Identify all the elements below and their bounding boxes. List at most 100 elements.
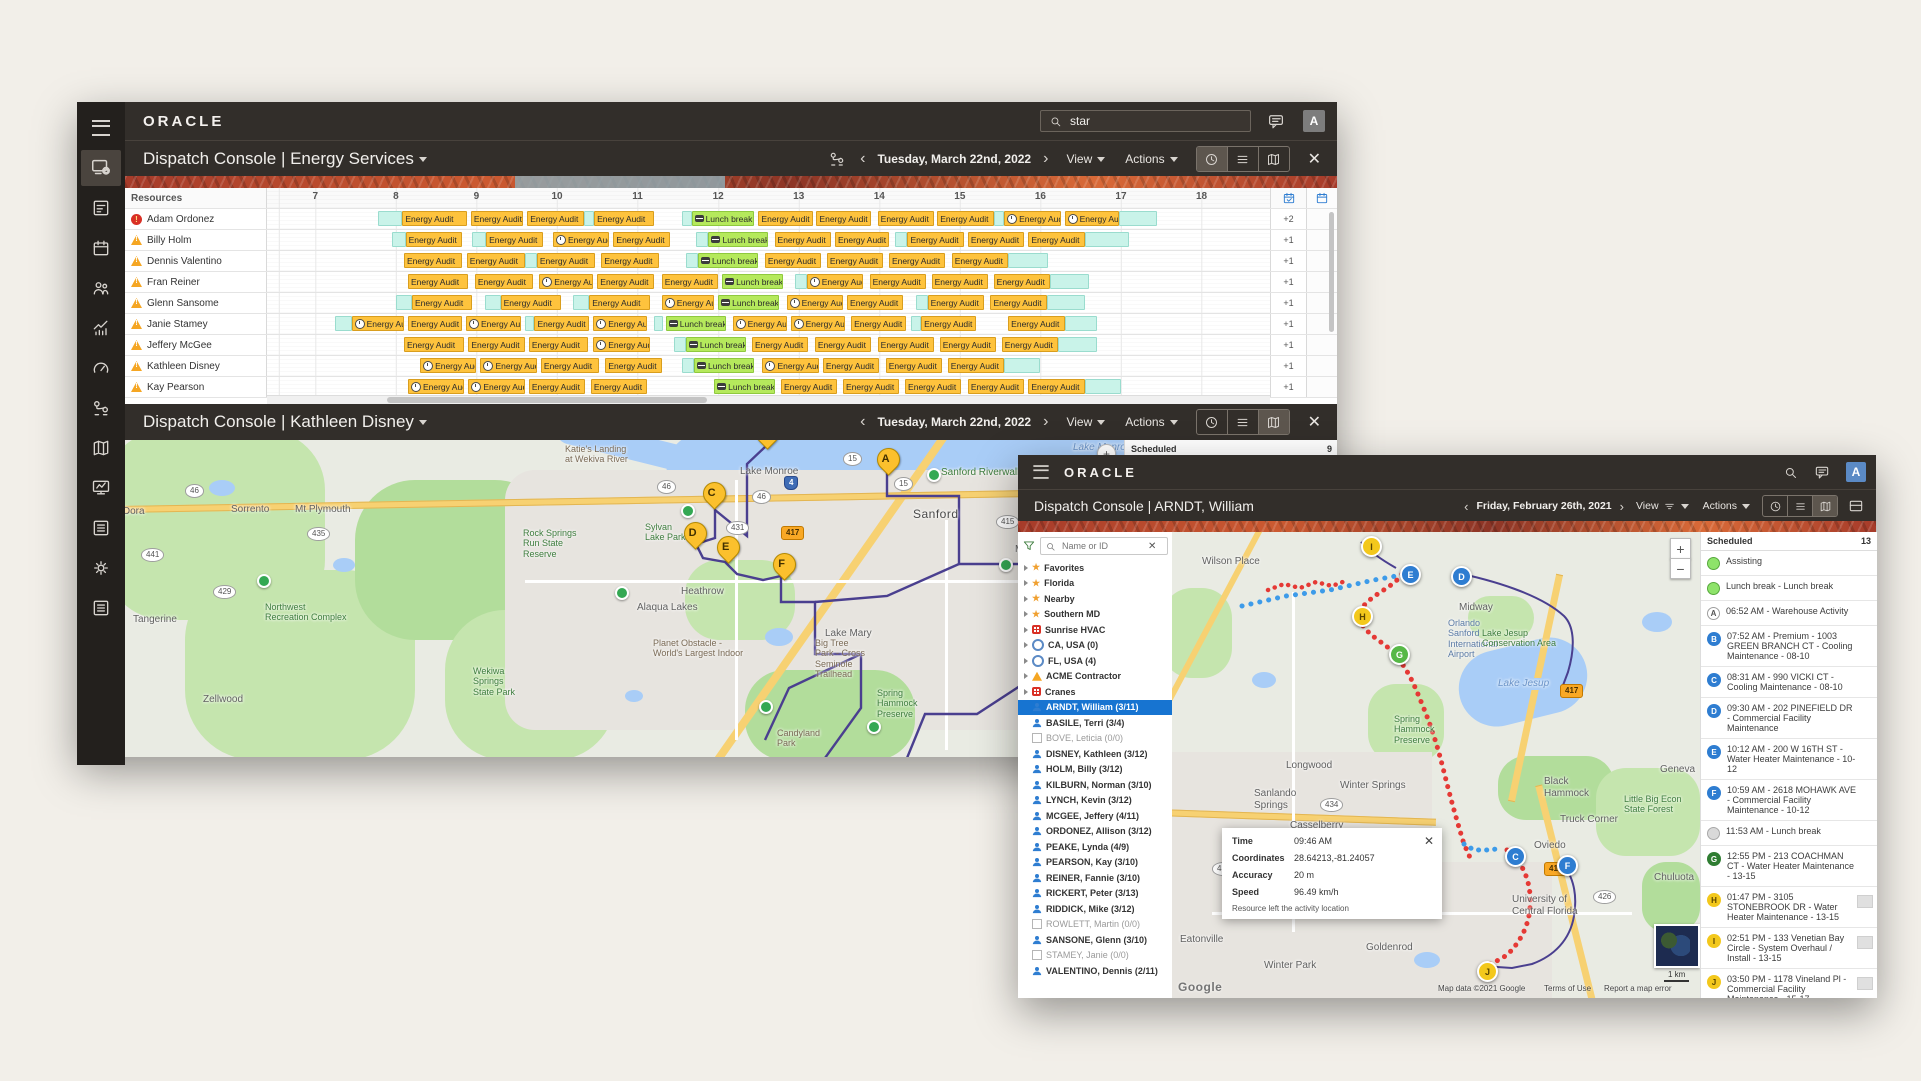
activity-marker[interactable]: F (1557, 855, 1578, 876)
scheduled-activity-item[interactable]: B 07:52 AM - Premium - 1003 GREEN BRANCH… (1701, 626, 1877, 667)
activity-block[interactable]: Energy Audit (591, 379, 647, 394)
activity-block[interactable]: Energy Audit (781, 379, 837, 394)
expand-caret-icon[interactable] (1024, 658, 1028, 664)
green-status-dot[interactable] (867, 720, 881, 734)
scheduled-activity-item[interactable]: F 10:59 AM - 2618 MOHAWK AVE - Commercia… (1701, 780, 1877, 821)
global-search[interactable] (1040, 110, 1251, 132)
prev-day-button-3[interactable]: ‹ (1464, 500, 1468, 513)
scheduled-activity-item[interactable]: A 06:52 AM - Warehouse Activity (1701, 601, 1877, 626)
scheduled-activity-item[interactable]: G 12:55 PM - 213 COACHMAN CT - Water Hea… (1701, 846, 1877, 887)
overflow-count-cell[interactable]: +1 (1270, 377, 1306, 397)
prev-day-button[interactable]: ‹ (860, 151, 865, 167)
tree-resource-row[interactable]: SANSONE, Glenn (3/10) (1018, 932, 1172, 948)
resource-name-cell[interactable]: Kay Pearson (125, 377, 267, 397)
tree-resource-row[interactable]: RICKERT, Peter (3/13) (1018, 886, 1172, 902)
activity-block[interactable]: Energy Audit (404, 253, 462, 268)
activity-block[interactable]: Energy Audit (823, 358, 879, 373)
overflow-count-cell[interactable]: +1 (1270, 251, 1306, 271)
green-status-dot[interactable] (759, 700, 773, 714)
overview-minimap[interactable] (1654, 924, 1700, 968)
page-title-3[interactable]: Dispatch Console | ARNDT, William (1034, 498, 1254, 514)
activity-block[interactable]: Energy Audit (843, 379, 899, 394)
tree-group-row[interactable]: Sunrise HVAC (1018, 622, 1172, 638)
activity-block[interactable]: Energy Audit (1002, 337, 1058, 352)
tree-resource-row[interactable]: PEARSON, Kay (3/10) (1018, 855, 1172, 871)
view-button[interactable]: View (1066, 152, 1092, 166)
activity-block[interactable]: Energy Audit (827, 253, 883, 268)
avatar[interactable]: A (1303, 110, 1325, 132)
activity-block[interactable]: Energy Audit (466, 316, 521, 331)
activity-block[interactable]: Energy Audit (593, 316, 647, 331)
tree-resource-row[interactable]: KILBURN, Norman (3/10) (1018, 777, 1172, 793)
activity-block[interactable]: Energy Audit (537, 253, 595, 268)
activity-block[interactable]: Energy Audit (529, 337, 588, 352)
activity-block[interactable]: Energy Audit (921, 316, 976, 331)
tree-group-row[interactable]: ★ Favorites (1018, 560, 1172, 576)
activity-block[interactable]: Energy Audit (937, 211, 993, 226)
overflow-count-cell[interactable]: +1 (1270, 272, 1306, 292)
overflow-count-cell[interactable]: +2 (1270, 209, 1306, 229)
scheduled-activity-item[interactable]: I 02:51 PM - 133 Venetian Bay Circle - S… (1701, 928, 1877, 969)
next-day-button-3[interactable]: › (1620, 500, 1624, 513)
resource-name-cell[interactable]: Dennis Valentino (125, 251, 267, 271)
activity-block[interactable]: Energy Audit (994, 274, 1050, 289)
tree-group-row[interactable]: FL, USA (4) (1018, 653, 1172, 669)
report-error-link[interactable]: Report a map error (1604, 984, 1672, 993)
resource-name-cell[interactable]: Jeffery McGee (125, 335, 267, 355)
activity-block[interactable]: Energy Audit (1028, 379, 1084, 394)
time-view-button-2[interactable] (1197, 410, 1228, 434)
tree-resource-row[interactable]: MCGEE, Jeffery (4/11) (1018, 808, 1172, 824)
activity-block[interactable]: Energy Audit (352, 316, 404, 331)
sidebar-item-forecast-chart[interactable] (81, 310, 121, 346)
scheduled-activity-item[interactable]: H 01:47 PM - 3105 STONEBROOK DR - Water … (1701, 887, 1877, 928)
tree-resource-row[interactable]: BASILE, Terri (3/4) (1018, 715, 1172, 731)
map-view-button-3[interactable] (1813, 496, 1837, 516)
date-label-2[interactable]: Tuesday, March 22nd, 2022 (877, 415, 1031, 429)
activity-block[interactable]: Energy Audit (534, 316, 589, 331)
close-button-2[interactable]: ✕ (1308, 412, 1321, 432)
close-button[interactable]: ✕ (1308, 149, 1321, 169)
expand-caret-icon[interactable] (1024, 611, 1028, 617)
activity-block[interactable]: Energy Audit (787, 295, 843, 310)
activity-block[interactable]: Energy Audit (412, 295, 472, 310)
tree-resource-row[interactable]: ROWLETT, Martin (0/0) (1018, 917, 1172, 933)
activity-block[interactable]: Energy Audit (527, 211, 583, 226)
lunch-break-block[interactable]: Lunch break (666, 316, 726, 331)
activity-block[interactable]: Energy Audit (408, 274, 468, 289)
activity-block[interactable]: Energy Audit (467, 253, 525, 268)
gantt-vertical-scrollbar[interactable] (1329, 212, 1334, 332)
overflow-count-cell[interactable]: +1 (1270, 356, 1306, 376)
tree-resource-row[interactable]: PEAKE, Lynda (4/9) (1018, 839, 1172, 855)
tree-resource-row[interactable]: DISNEY, Kathleen (3/12) (1018, 746, 1172, 762)
activity-block[interactable]: Energy Audit (593, 337, 649, 352)
tree-resource-row[interactable]: ORDONEZ, Allison (3/12) (1018, 824, 1172, 840)
activity-marker[interactable]: E (1400, 564, 1421, 585)
sidebar-item-team[interactable] (81, 270, 121, 306)
map3-zoom-out-button[interactable]: − (1670, 558, 1691, 579)
tree-group-row[interactable]: CA, USA (0) (1018, 638, 1172, 654)
route-pins-icon[interactable] (828, 150, 846, 168)
activity-block[interactable]: Energy Audit (847, 295, 903, 310)
activity-marker[interactable]: G (1389, 644, 1410, 665)
activity-block[interactable]: Energy Audit (468, 337, 524, 352)
sidebar-item-dashboard-gauge[interactable] (81, 350, 121, 386)
activity-block[interactable]: Energy Audit (835, 232, 889, 247)
time-view-button-3[interactable] (1763, 496, 1788, 516)
expand-caret-icon[interactable] (1024, 642, 1028, 648)
page-title-2[interactable]: Dispatch Console | Kathleen Disney (143, 412, 414, 432)
lunch-break-block[interactable]: Lunch break (718, 295, 778, 310)
lunch-break-block[interactable]: Lunch break (722, 274, 782, 289)
activity-block[interactable]: Energy Audit (662, 274, 718, 289)
lunch-break-block[interactable]: Lunch break (698, 253, 758, 268)
tree-resource-row[interactable]: LYNCH, Kevin (3/12) (1018, 793, 1172, 809)
avatar-3[interactable]: A (1846, 462, 1866, 482)
gantt-horizontal-scrollbar[interactable] (267, 395, 1270, 404)
activity-block[interactable]: Energy Audit (402, 211, 466, 226)
lunch-break-block[interactable]: Lunch break (714, 379, 774, 394)
activity-block[interactable]: Energy Audit (1065, 211, 1120, 226)
activity-block[interactable]: Energy Audit (907, 232, 963, 247)
activity-block[interactable]: Energy Audit (601, 253, 659, 268)
activity-block[interactable]: Energy Audit (597, 274, 653, 289)
actions-button-2[interactable]: Actions (1125, 415, 1164, 429)
green-status-dot[interactable] (257, 574, 271, 588)
